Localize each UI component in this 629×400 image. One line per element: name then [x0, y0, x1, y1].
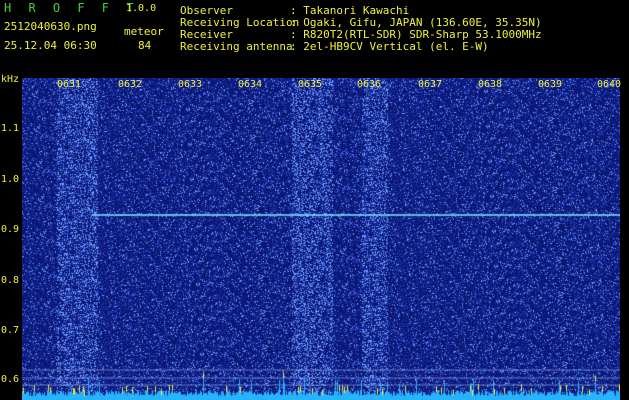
file-name: 2512040630.png — [4, 20, 97, 33]
y-tick-0.9: 0.9 — [1, 224, 20, 235]
x-tick-0640: 0640 — [597, 79, 622, 90]
x-tick-0632: 0632 — [118, 79, 143, 90]
x-tick-0637: 0637 — [418, 79, 443, 90]
y-tick-1.1: 1.1 — [1, 123, 20, 134]
meteor-count: 84 — [138, 39, 152, 52]
x-tick-0634: 0634 — [238, 79, 263, 90]
date-time: 25.12.04 06:30 — [4, 39, 97, 52]
antenna-label: Receiving antenna — [180, 40, 293, 53]
y-tick-0.7: 0.7 — [1, 325, 20, 336]
y-tick-0.8: 0.8 — [1, 275, 20, 286]
x-tick-0635: 0635 — [298, 79, 323, 90]
x-tick-0639: 0639 — [538, 79, 563, 90]
y-tick-0.6: 0.6 — [1, 374, 20, 385]
meteor-label: meteor — [124, 25, 164, 38]
frequency-unit-label: kHz — [1, 74, 20, 85]
antenna-value: : 2el-HB9CV Vertical (el. E-W) — [290, 40, 489, 53]
x-tick-0636: 0636 — [357, 79, 382, 90]
x-tick-0633: 0633 — [178, 79, 203, 90]
x-tick-0638: 0638 — [478, 79, 503, 90]
waterfall-spectrogram — [22, 78, 620, 400]
y-tick-1.0: 1.0 — [1, 174, 20, 185]
x-tick-0631: 0631 — [57, 79, 82, 90]
app-brand: H R O F F T — [4, 1, 139, 15]
app-version: 1.0.0 — [126, 3, 157, 14]
